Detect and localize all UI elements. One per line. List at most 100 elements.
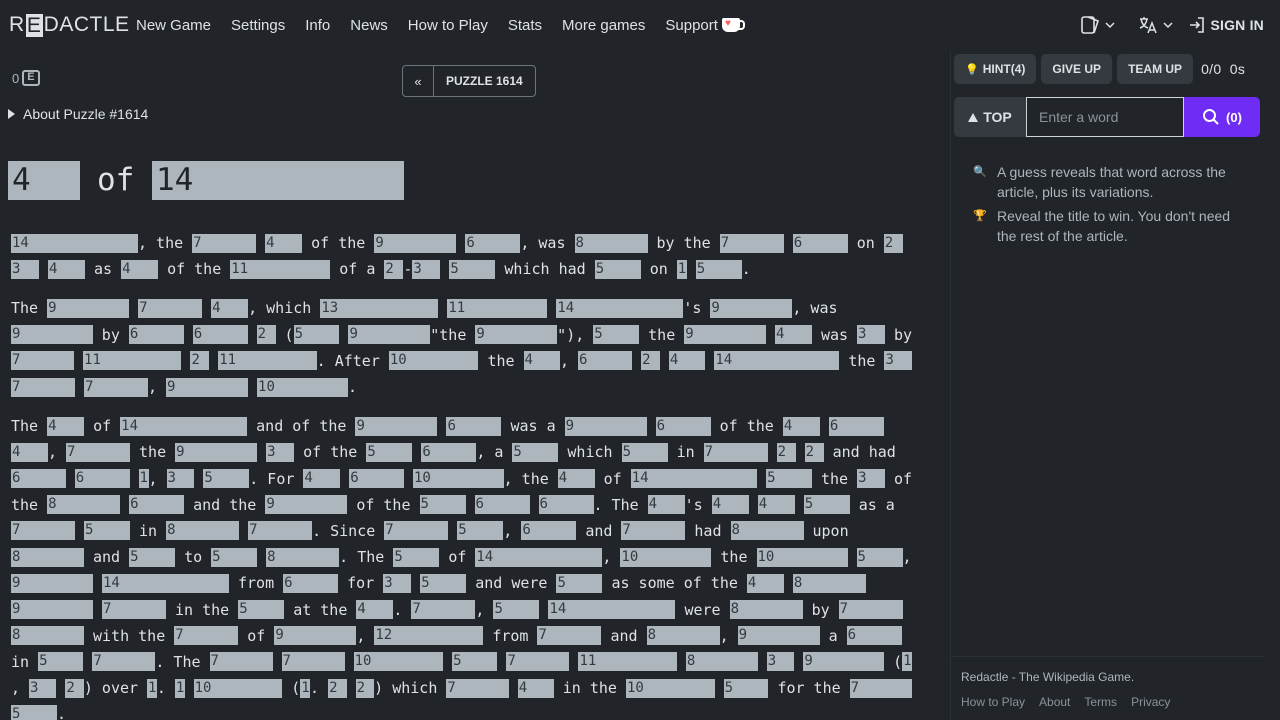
page-scrollbar[interactable] <box>1265 50 1280 720</box>
redacted-word[interactable]: 2 <box>355 678 375 698</box>
redacted-word[interactable]: 6 <box>846 626 902 646</box>
redacted-word[interactable]: 11 <box>447 298 548 318</box>
redacted-word[interactable]: 6 <box>828 416 884 436</box>
redacted-word[interactable]: 5 <box>512 442 559 462</box>
redacted-word[interactable]: 14 <box>630 469 758 489</box>
redacted-word[interactable]: 2 <box>65 678 84 698</box>
team-up-button[interactable]: TEAM UP <box>1117 54 1194 84</box>
redacted-word[interactable]: 7 <box>446 678 509 698</box>
redacted-word[interactable]: 4 <box>517 678 554 698</box>
redacted-word[interactable]: 7 <box>281 652 345 672</box>
nav-news[interactable]: News <box>350 17 388 34</box>
nav-support[interactable]: Support <box>665 17 745 34</box>
redacted-word[interactable]: 7 <box>11 351 75 371</box>
nav-settings[interactable]: Settings <box>231 17 285 34</box>
redacted-word[interactable]: 2 <box>256 325 276 345</box>
redacted-word[interactable]: 5 <box>723 678 769 698</box>
give-up-button[interactable]: GIVE UP <box>1041 54 1113 84</box>
redacted-word[interactable]: 7 <box>621 521 686 541</box>
redacted-word[interactable]: 4 <box>11 442 48 462</box>
redacted-word[interactable]: 5 <box>84 521 130 541</box>
previous-puzzle-button[interactable]: « <box>403 66 434 96</box>
redacted-word[interactable]: 2 <box>776 442 796 462</box>
redacted-word[interactable]: 2 <box>883 233 903 253</box>
redacted-word[interactable]: 4 <box>557 469 595 489</box>
redacted-word[interactable]: 9 <box>710 298 793 318</box>
hint-button[interactable]: 💡 HINT(4) <box>954 54 1037 84</box>
redacted-word[interactable]: 6 <box>521 521 577 541</box>
redacted-word[interactable]: 7 <box>102 600 166 620</box>
nav-new-game[interactable]: New Game <box>136 17 211 34</box>
redacted-word[interactable]: 10 <box>193 678 283 698</box>
footer-privacy-link[interactable]: Privacy <box>1131 695 1170 709</box>
redacted-word[interactable]: 6 <box>283 573 339 593</box>
redacted-word[interactable]: 9 <box>11 325 93 345</box>
redacted-word[interactable]: 8 <box>47 495 121 515</box>
nav-more-games[interactable]: More games <box>562 17 645 34</box>
redacted-word[interactable]: 14 <box>120 416 248 436</box>
redacted-word[interactable]: 9 <box>803 652 885 672</box>
redacted-word[interactable]: 7 <box>209 652 273 672</box>
redacted-word[interactable]: 7 <box>838 600 903 620</box>
redacted-word[interactable]: 5 <box>11 704 57 720</box>
redacted-word[interactable]: 8 <box>729 600 803 620</box>
redacted-word[interactable]: 9 <box>175 442 258 462</box>
redacted-word[interactable]: 4 <box>782 416 820 436</box>
redacted-word[interactable]: 5 <box>766 469 812 489</box>
redacted-word[interactable]: 1 <box>676 259 687 279</box>
redacted-word[interactable]: 2 <box>384 259 404 279</box>
redacted-word[interactable]: 14 <box>548 600 676 620</box>
redacted-word[interactable]: 7 <box>703 442 768 462</box>
redacted-word[interactable]: 5 <box>593 325 640 345</box>
redacted-word[interactable]: 9 <box>374 233 457 253</box>
redacted-word[interactable]: 6 <box>538 495 594 515</box>
redacted-word[interactable]: 10 <box>625 678 715 698</box>
puzzle-number-button[interactable]: PUZZLE 1614 <box>434 66 535 96</box>
redacted-word[interactable]: 4 <box>647 495 685 515</box>
about-puzzle-toggle[interactable]: About Puzzle #1614 <box>8 106 148 122</box>
redacted-word[interactable]: 6 <box>11 469 66 489</box>
redacted-title-word[interactable]: 4 <box>8 161 80 200</box>
footer-how-to-play-link[interactable]: How to Play <box>961 695 1025 709</box>
redacted-word[interactable]: 7 <box>248 521 313 541</box>
redacted-word[interactable]: 3 <box>29 678 57 698</box>
redacted-word[interactable]: 14 <box>475 547 603 567</box>
redacted-word[interactable]: 10 <box>620 547 712 567</box>
redacted-word[interactable]: 7 <box>84 377 148 397</box>
nav-stats[interactable]: Stats <box>508 17 542 34</box>
redacted-word[interactable]: 11 <box>578 652 677 672</box>
redacted-word[interactable]: 5 <box>38 652 84 672</box>
redacted-word[interactable]: 9 <box>564 416 647 436</box>
redacted-word[interactable]: 2 <box>328 678 347 698</box>
redacted-word[interactable]: 7 <box>506 652 570 672</box>
redacted-word[interactable]: 5 <box>594 259 641 279</box>
redacted-word[interactable]: 9 <box>166 377 249 397</box>
redacted-word[interactable]: 1 <box>300 678 311 698</box>
redacted-word[interactable]: 5 <box>695 259 742 279</box>
redacted-word[interactable]: 11 <box>218 351 317 371</box>
redacted-word[interactable]: 3 <box>884 351 913 371</box>
redacted-word[interactable]: 9 <box>348 325 431 345</box>
redacted-word[interactable]: 6 <box>578 351 633 371</box>
redacted-word[interactable]: 8 <box>792 573 866 593</box>
redacted-word[interactable]: 5 <box>238 600 285 620</box>
redacted-word[interactable]: 4 <box>746 573 784 593</box>
redacted-word[interactable]: 4 <box>757 495 795 515</box>
redacted-word[interactable]: 8 <box>11 626 84 646</box>
redacted-word[interactable]: 6 <box>792 233 848 253</box>
redacted-word[interactable]: 3 <box>11 259 39 279</box>
redacted-word[interactable]: 6 <box>128 325 184 345</box>
redacted-word[interactable]: 10 <box>353 652 444 672</box>
redacted-word[interactable]: 6 <box>74 469 130 489</box>
footer-about-link[interactable]: About <box>1039 695 1070 709</box>
redacted-word[interactable]: 4 <box>668 351 706 371</box>
redacted-word[interactable]: 7 <box>537 626 602 646</box>
redacted-word[interactable]: 6 <box>349 469 404 489</box>
redacted-word[interactable]: 7 <box>719 233 784 253</box>
redacted-word[interactable]: 5 <box>366 442 413 462</box>
redacted-word[interactable]: 11 <box>83 351 182 371</box>
redacted-word[interactable]: 2 <box>641 351 660 371</box>
redacted-word[interactable]: 5 <box>449 259 496 279</box>
redacted-word[interactable]: 5 <box>803 495 850 515</box>
redacted-word[interactable]: 5 <box>556 573 603 593</box>
